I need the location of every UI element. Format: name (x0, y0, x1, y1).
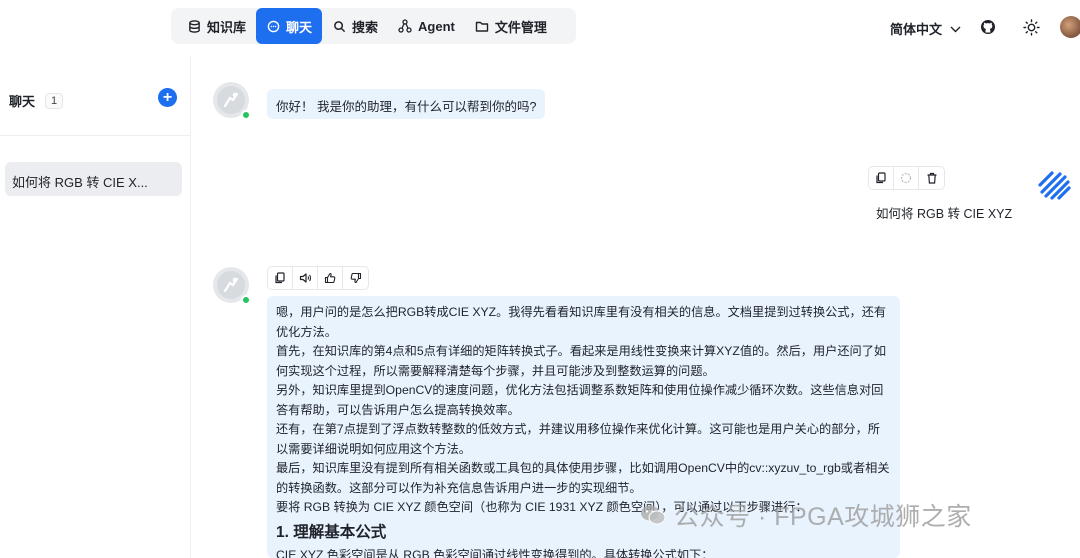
user-message: 如何将 RGB 转 CIE XYZ (876, 207, 1013, 221)
delete-button[interactable] (919, 167, 944, 189)
user-avatar[interactable] (1060, 16, 1080, 38)
wechat-icon (641, 505, 666, 525)
dislike-button[interactable] (343, 267, 368, 289)
assistant-message-toolbar (267, 266, 369, 290)
chevron-down-icon (950, 21, 961, 36)
nav-label: 聊天 (286, 19, 313, 35)
stripes-avatar-icon (1038, 171, 1071, 200)
plus-icon: + (162, 88, 173, 106)
agent-icon (398, 19, 412, 33)
conversation-title: 如何将 RGB 转 CIE X... (12, 175, 148, 190)
nav-item-file-manager[interactable]: 文件管理 (465, 8, 557, 44)
add-conversation-button[interactable]: + (158, 88, 177, 107)
copy-button[interactable] (869, 167, 894, 189)
trash-icon (927, 172, 936, 184)
answer-paragraph: 最后，知识库里没有提到所有相关函数或工具包的具体使用步骤，比如调用OpenCV中… (276, 461, 890, 495)
search-icon (332, 19, 346, 33)
regenerate-button[interactable] (894, 167, 919, 189)
watermark: 公众号 · FPGA攻城狮之家 (640, 497, 972, 533)
like-button[interactable] (318, 267, 343, 289)
copy-button[interactable] (268, 267, 293, 289)
online-status-dot (241, 295, 251, 305)
answer-paragraph: 首先，在知识库的第4点和5点有详细的矩阵转换式子。看起来是用线性变换来计算XYZ… (276, 344, 887, 378)
answer-paragraph: 另外，知识库里提到OpenCV的速度问题，优化方法包括调整系数矩阵和使用位操作减… (276, 383, 884, 417)
nav-item-agent[interactable]: Agent (388, 8, 465, 44)
conversation-sidebar: 聊天 1 + 如何将 RGB 转 CIE X... (0, 56, 191, 558)
language-label: 简体中文 (890, 22, 943, 37)
refresh-icon (900, 172, 912, 184)
conversation-item[interactable]: 如何将 RGB 转 CIE X... (5, 162, 182, 196)
nav-label: Agent (418, 18, 455, 34)
sidebar-header: 聊天 1 (9, 91, 64, 110)
read-aloud-button[interactable] (293, 267, 318, 289)
user-message-avatar (1036, 167, 1072, 203)
nav-label: 搜索 (352, 19, 379, 35)
assistant-avatar (213, 267, 251, 305)
thumbs-down-icon (350, 272, 361, 284)
folder-icon (475, 19, 489, 33)
nav-item-search[interactable]: 搜索 (322, 8, 388, 44)
chat-icon (266, 19, 280, 33)
language-selector[interactable]: 简体中文 (890, 19, 961, 38)
github-icon[interactable] (978, 17, 998, 37)
copy-icon (876, 172, 886, 184)
divider (0, 135, 190, 136)
conversation-count-badge: 1 (45, 92, 64, 109)
speaker-icon (299, 273, 311, 283)
copy-icon (275, 272, 285, 284)
answer-paragraph: 嗯，用户问的是怎么把RGB转成CIE XYZ。我得先看看知识库里有没有相关的信息… (276, 305, 887, 339)
top-bar: 知识库 聊天 搜索 Agent 文件管理 简体中文 (0, 0, 1080, 56)
answer-paragraph: CIE XYZ 色彩空间是从 RGB 色彩空间通过线性变换得到的。具体转换公式如… (276, 547, 714, 558)
nav-label: 知识库 (207, 19, 247, 35)
assistant-avatar (213, 82, 251, 120)
nav-item-chat[interactable]: 聊天 (256, 8, 323, 44)
nav-item-knowledge-base[interactable]: 知识库 (177, 8, 256, 44)
user-message-toolbar (868, 166, 945, 190)
database-icon (187, 19, 201, 33)
thumbs-up-icon (324, 272, 336, 284)
online-status-dot (241, 110, 251, 120)
answer-paragraph: 还有，在第7点提到了浮点数转整数的低效方式，并建议用移位操作来优化计算。这可能也… (276, 422, 880, 456)
sun-icon[interactable] (1021, 17, 1041, 37)
nav-label: 文件管理 (494, 19, 547, 35)
sidebar-title: 聊天 (9, 94, 36, 109)
watermark-text: 公众号 · FPGA攻城狮之家 (674, 503, 972, 531)
main-nav: 知识库 聊天 搜索 Agent 文件管理 (171, 8, 576, 44)
assistant-greeting-message: 你好！ 我是你的助理，有什么可以帮到你的吗? (267, 89, 546, 119)
